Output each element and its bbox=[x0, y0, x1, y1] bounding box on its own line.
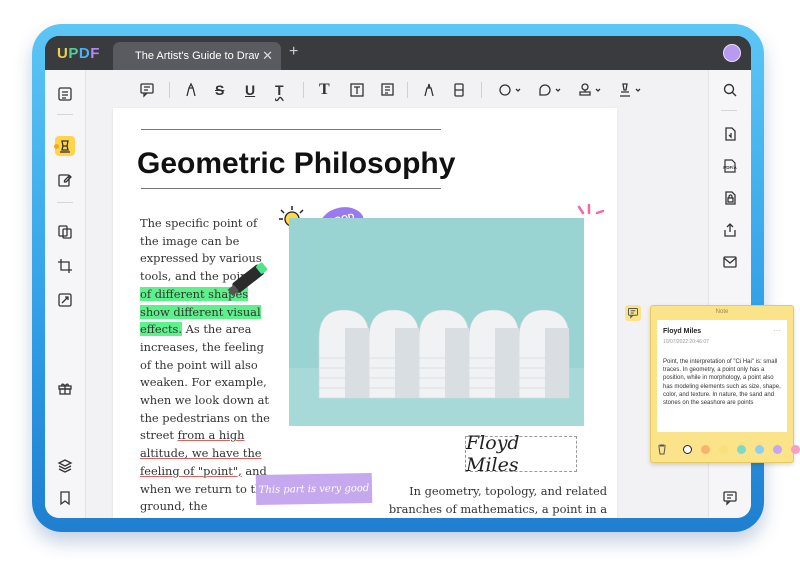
new-tab-button[interactable]: + bbox=[289, 43, 298, 61]
search-icon[interactable] bbox=[720, 80, 740, 100]
note-annotation-icon[interactable] bbox=[625, 305, 641, 321]
logo-letter: P bbox=[68, 45, 79, 62]
note-header: Note bbox=[715, 309, 729, 315]
body-text: As the area increases, the feeling of th… bbox=[140, 322, 270, 443]
signature-box[interactable]: Floyd Miles bbox=[465, 432, 577, 476]
comment-icon[interactable] bbox=[139, 80, 155, 100]
layers-icon[interactable] bbox=[55, 456, 75, 476]
left-sidebar bbox=[45, 70, 86, 518]
close-tab-icon[interactable]: ✕ bbox=[262, 48, 273, 64]
document-page: Geometric Philosophy The specific point … bbox=[113, 108, 617, 518]
logo-letter: U bbox=[57, 45, 69, 62]
pencil-icon[interactable] bbox=[421, 80, 437, 100]
note-date: 10/07/2022 20:46:07 bbox=[663, 339, 709, 345]
color-swatch[interactable] bbox=[737, 445, 746, 454]
underline-icon[interactable]: U bbox=[245, 80, 255, 100]
stamp-icon[interactable] bbox=[577, 80, 603, 100]
note-card[interactable]: Floyd Miles 10/07/2022 20:46:07 ··· Poin… bbox=[657, 320, 787, 432]
color-swatch[interactable] bbox=[755, 445, 764, 454]
edit-pdf-icon[interactable] bbox=[55, 170, 75, 190]
sticker-icon[interactable] bbox=[537, 80, 563, 100]
squiggly-icon[interactable]: T bbox=[275, 80, 284, 100]
text-icon[interactable]: T bbox=[319, 80, 330, 100]
separator bbox=[303, 82, 304, 98]
organize-pages-icon[interactable] bbox=[55, 222, 75, 242]
note-author: Floyd Miles bbox=[663, 328, 702, 335]
text-box-icon[interactable] bbox=[349, 80, 365, 100]
convert-icon[interactable] bbox=[55, 290, 75, 310]
highlighter-icon[interactable] bbox=[183, 80, 199, 100]
signature-icon[interactable] bbox=[617, 80, 643, 100]
top-rule bbox=[141, 129, 441, 130]
protect-icon[interactable] bbox=[720, 188, 740, 208]
strikethrough-icon[interactable]: S bbox=[215, 80, 224, 100]
highlighter-sticker-icon bbox=[227, 262, 268, 296]
share-icon[interactable] bbox=[720, 220, 740, 240]
annotation-toolbar: S U T T bbox=[85, 70, 709, 110]
ocr-icon[interactable] bbox=[720, 124, 740, 144]
body-column-right: In geometry, topology, and related branc… bbox=[388, 484, 607, 516]
avatar[interactable] bbox=[723, 44, 741, 62]
reader-icon[interactable] bbox=[55, 84, 75, 104]
trash-icon[interactable] bbox=[657, 444, 667, 455]
color-swatch[interactable] bbox=[701, 445, 710, 454]
document-tab[interactable]: The Artist's Guide to Drawing ✕ bbox=[113, 42, 281, 70]
note-popup: Note Floyd Miles 10/07/2022 20:46:07 ···… bbox=[650, 305, 800, 463]
bookmark-icon[interactable] bbox=[55, 488, 75, 508]
divider bbox=[57, 114, 73, 115]
tab-title: The Artist's Guide to Drawing bbox=[135, 50, 259, 62]
email-icon[interactable] bbox=[720, 252, 740, 272]
crop-icon[interactable] bbox=[55, 256, 75, 276]
workspace: S U T T Geometric Philosophy The specifi… bbox=[45, 70, 751, 518]
bottom-rule bbox=[141, 188, 441, 189]
app-window: UPDF The Artist's Guide to Drawing ✕ + bbox=[45, 36, 751, 518]
gift-icon[interactable] bbox=[55, 378, 75, 398]
title-bar: UPDF The Artist's Guide to Drawing ✕ + bbox=[45, 36, 751, 70]
shape-icon[interactable] bbox=[497, 80, 523, 100]
sparkle-icon bbox=[577, 203, 605, 215]
color-swatch[interactable] bbox=[773, 445, 782, 454]
pdfa-icon[interactable]: PDF/A bbox=[720, 156, 740, 176]
active-indicator bbox=[54, 144, 59, 149]
color-swatch[interactable] bbox=[683, 445, 692, 454]
separator bbox=[481, 82, 482, 98]
building-photo bbox=[289, 218, 584, 426]
more-icon[interactable]: ··· bbox=[773, 326, 781, 335]
text-callout-icon[interactable] bbox=[379, 80, 395, 100]
divider bbox=[721, 110, 737, 111]
svg-text:PDF/A: PDF/A bbox=[723, 165, 737, 170]
divider bbox=[57, 202, 73, 203]
color-swatch[interactable] bbox=[719, 445, 728, 454]
color-swatch[interactable] bbox=[791, 445, 800, 454]
logo-letter: D bbox=[78, 45, 91, 62]
page-title: Geometric Philosophy bbox=[137, 147, 456, 180]
logo-letter: F bbox=[90, 45, 100, 62]
separator bbox=[169, 82, 170, 98]
separator bbox=[407, 82, 408, 98]
sticky-label[interactable]: This part is very good bbox=[255, 472, 373, 506]
eraser-icon[interactable] bbox=[451, 80, 467, 100]
updf-logo: UPDF bbox=[57, 45, 100, 62]
note-text[interactable]: Point, the interpretation of "Ci Hai" is… bbox=[663, 358, 783, 407]
comments-panel-icon[interactable] bbox=[720, 488, 740, 508]
